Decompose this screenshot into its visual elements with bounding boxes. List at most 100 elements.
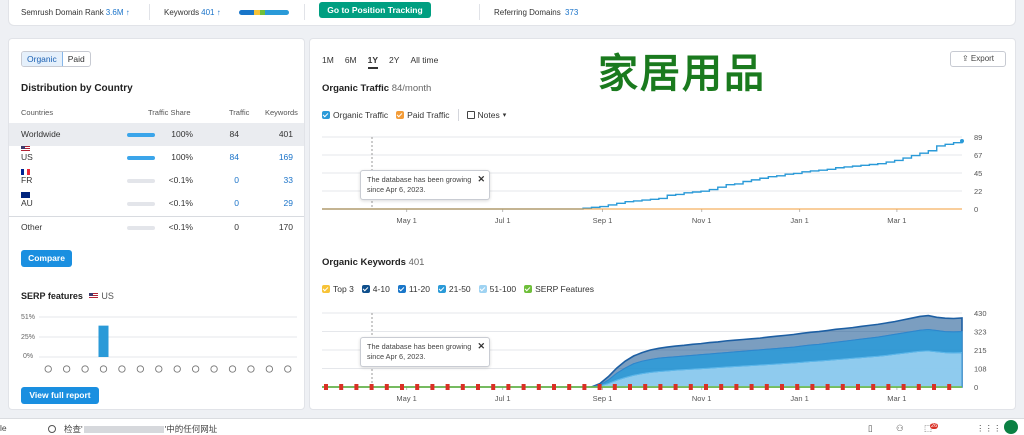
compare-button[interactable]: Compare	[21, 250, 72, 267]
serp-flag-marker	[476, 384, 480, 390]
col-countries: Countries	[21, 108, 54, 117]
serp-feature-icon	[81, 365, 89, 373]
legend-serp-features[interactable]: SERP Features	[524, 284, 594, 294]
mobile-icon[interactable]: ▯	[868, 423, 873, 434]
organic-traffic-title: Organic Traffic 84/month	[322, 83, 432, 94]
tab-paid[interactable]: Paid	[63, 52, 90, 66]
serp-flag-marker	[886, 384, 891, 390]
serp-flag-marker	[369, 384, 374, 390]
organic-traffic-point	[960, 139, 964, 144]
avatar[interactable]	[1004, 420, 1018, 435]
view-full-report-button[interactable]: View full report	[21, 387, 99, 404]
table-row[interactable]: US 100% 84 169	[9, 146, 304, 169]
country-name: FR	[21, 175, 33, 185]
close-icon[interactable]: ✕	[477, 174, 485, 184]
range-2y[interactable]: 2Y	[389, 55, 399, 69]
serp-feature-icon	[155, 365, 163, 373]
col-traffic-share: Traffic Share	[148, 108, 191, 117]
legend-51-100[interactable]: 51-100	[478, 284, 516, 294]
traffic-value: 84	[229, 129, 239, 139]
keywords-value[interactable]: 29	[259, 192, 293, 215]
range-1m[interactable]: 1M	[322, 55, 334, 69]
x-tick-label: Jan 1	[790, 216, 808, 225]
referring-domains-value[interactable]: 373	[565, 8, 578, 17]
serp-flag-marker	[324, 384, 328, 390]
share-value: 100%	[171, 129, 193, 139]
x-tick-label: Jul 1	[495, 394, 511, 403]
y-tick-label: 108	[974, 365, 987, 374]
serp-flag-marker	[400, 384, 404, 390]
range-all-time[interactable]: All time	[410, 55, 438, 69]
serp-flag-marker	[810, 384, 815, 390]
keywords-summary: Keywords 401 ↑	[164, 8, 221, 17]
share-value: 100%	[171, 152, 193, 162]
country-name: Worldwide	[21, 129, 61, 139]
legend-top-3[interactable]: Top 3	[322, 284, 354, 294]
close-icon[interactable]: ✕	[477, 341, 485, 351]
serp-flag-marker	[871, 384, 876, 390]
legend-4-10[interactable]: 4-10	[361, 284, 390, 294]
tab-organic[interactable]: Organic	[22, 52, 63, 66]
serp-flag-marker	[415, 384, 420, 390]
legend-21-50[interactable]: 21-50	[437, 284, 471, 294]
bar	[98, 325, 109, 357]
extension-icon[interactable]: ⬚26	[924, 423, 940, 434]
keywords-legend: Top 3 4-10 11-20 21-50 51-100 SERP Featu…	[322, 284, 594, 294]
table-row[interactable]: AU <0.1% 0 29	[9, 192, 304, 215]
serp-flag-marker	[932, 384, 936, 390]
keywords-value[interactable]: 401 ↑	[201, 8, 221, 17]
redacted-url	[83, 426, 164, 433]
trends-panel: 1M 6M 1Y 2Y All time 家居用品 ⇪ Export Organ…	[309, 38, 1016, 410]
checkbox-icon	[361, 285, 370, 293]
legend-11-20[interactable]: 11-20	[397, 284, 430, 294]
export-button[interactable]: ⇪ Export	[950, 51, 1006, 67]
x-tick-label: Sep 1	[593, 216, 613, 225]
category-heading: 家居用品	[598, 52, 766, 96]
serp-flag-marker	[643, 384, 648, 390]
traffic-value[interactable]: 0	[205, 169, 239, 192]
distribution-panel: Organic Paid Distribution by Country Cou…	[8, 38, 305, 410]
traffic-value[interactable]: 0	[205, 192, 239, 215]
serp-flag-marker	[597, 384, 602, 390]
serp-flag-marker	[688, 384, 693, 390]
serp-flag-marker	[795, 384, 800, 390]
traffic-legend: Organic Traffic Paid Traffic Notes ▾	[322, 109, 506, 121]
domain-rank-value[interactable]: 3.6M ↑	[106, 8, 130, 17]
serp-flag-marker	[704, 384, 708, 390]
serp-feature-icon	[62, 365, 71, 373]
serp-flag-marker	[506, 384, 511, 390]
x-tick-label: Jul 1	[495, 216, 511, 225]
legend-organic-traffic[interactable]: Organic Traffic	[322, 110, 388, 120]
distribution-title: Distribution by Country	[21, 83, 133, 94]
go-to-position-tracking-button[interactable]: Go to Position Tracking	[319, 2, 431, 18]
serp-flag-marker	[536, 384, 541, 390]
x-tick-label: Sep 1	[593, 394, 613, 403]
table-row[interactable]: FR <0.1% 0 33	[9, 169, 304, 192]
y-tick-label: 45	[974, 169, 982, 178]
serp-flag-marker	[764, 384, 769, 390]
range-1y[interactable]: 1Y	[367, 55, 379, 69]
checkbox-icon	[437, 285, 446, 293]
y-tick-label: 430	[974, 309, 987, 318]
x-tick-label: Mar 1	[887, 216, 906, 225]
table-row[interactable]: Other <0.1% 0 170	[9, 216, 304, 239]
organic-keywords-title: Organic Keywords 401	[322, 257, 425, 268]
serp-feature-icon	[136, 365, 145, 373]
traffic-value[interactable]: 84	[205, 146, 239, 169]
serp-flag-marker	[445, 384, 450, 390]
legend-paid-traffic[interactable]: Paid Traffic	[396, 110, 450, 120]
serp-feature-icon	[265, 365, 274, 373]
serp-ytick: 25%	[21, 334, 36, 341]
col-traffic: Traffic	[229, 108, 250, 117]
keywords-value: 401	[278, 129, 293, 139]
checkbox-icon	[322, 285, 330, 293]
serp-feature-icon	[44, 365, 52, 373]
omnibox[interactable]: 检查' '中的任何网址	[48, 423, 217, 435]
apps-grid-icon[interactable]: ⋮⋮⋮	[976, 423, 1002, 434]
people-icon[interactable]: ⚇	[896, 423, 904, 434]
keywords-value[interactable]: 33	[259, 169, 293, 192]
keywords-value[interactable]: 169	[259, 146, 293, 169]
range-6m[interactable]: 6M	[345, 55, 357, 69]
notes-dropdown[interactable]: Notes ▾	[466, 110, 506, 120]
table-row[interactable]: Worldwide 100% 84 401	[9, 123, 304, 146]
